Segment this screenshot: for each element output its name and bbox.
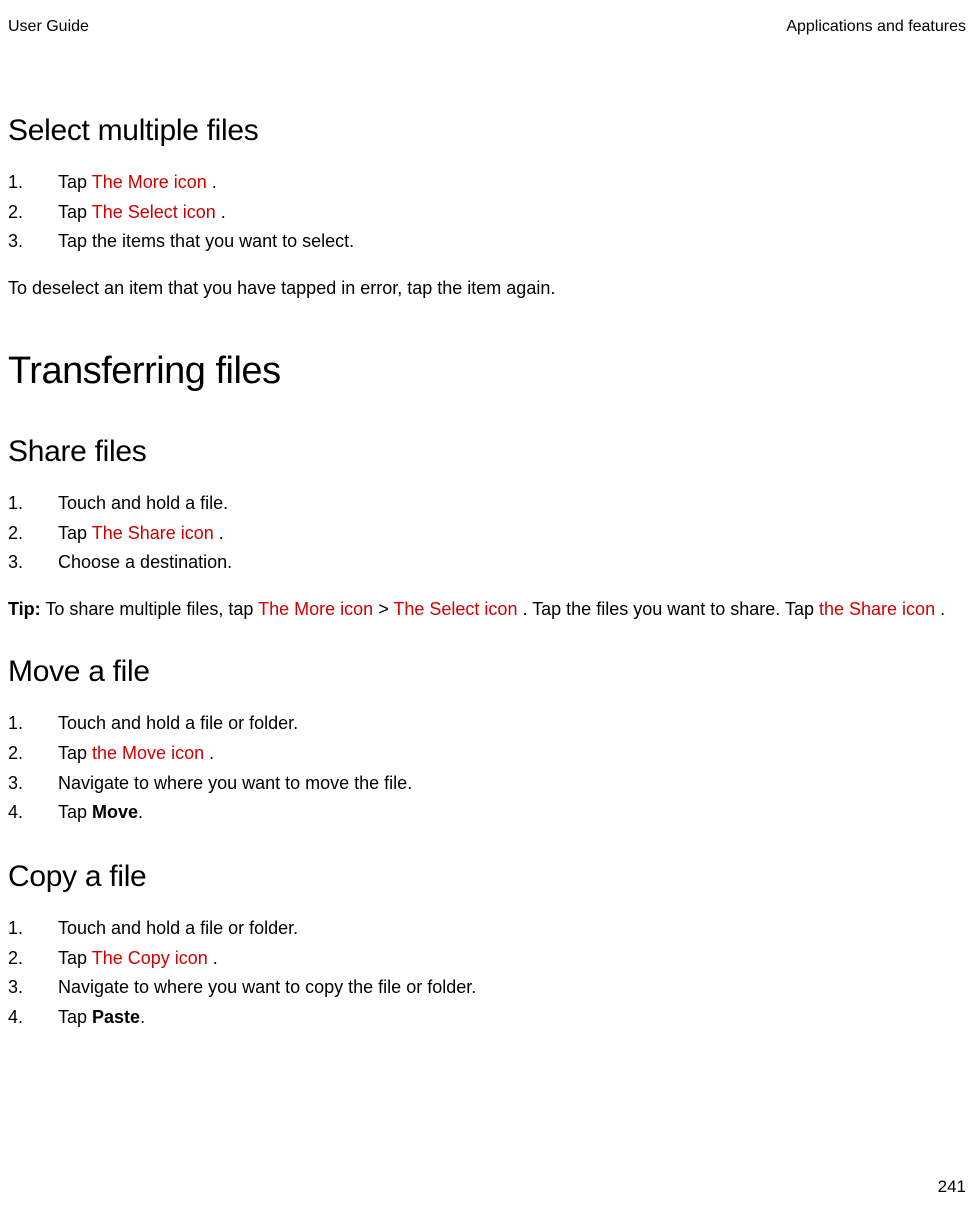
note-deselect: To deselect an item that you have tapped…	[8, 275, 966, 302]
list-item: Tap Paste.	[8, 1003, 966, 1033]
section-select-multiple-files: Select multiple files Tap The More icon …	[8, 114, 966, 302]
share-icon: The Share icon	[92, 523, 214, 543]
list-item: Tap The Copy icon .	[8, 944, 966, 974]
list-item: Navigate to where you want to copy the f…	[8, 973, 966, 1003]
copy-icon: The Copy icon	[92, 948, 208, 968]
heading-move-file: Move a file	[8, 655, 966, 689]
tip-share-multiple: Tip: To share multiple files, tap The Mo…	[8, 596, 966, 623]
steps-share-files: Touch and hold a file. Tap The Share ico…	[8, 489, 966, 578]
heading-select-multiple: Select multiple files	[8, 114, 966, 148]
list-item: Tap The More icon .	[8, 168, 966, 198]
move-icon: the Move icon	[92, 743, 204, 763]
select-icon: The Select icon	[92, 202, 216, 222]
more-icon: The More icon	[258, 599, 373, 619]
section-copy-file: Copy a file Touch and hold a file or fol…	[8, 860, 966, 1033]
more-icon: The More icon	[92, 172, 207, 192]
list-item: Navigate to where you want to move the f…	[8, 769, 966, 799]
list-item: Touch and hold a file or folder.	[8, 709, 966, 739]
section-move-file: Move a file Touch and hold a file or fol…	[8, 655, 966, 828]
list-item: Tap Move.	[8, 798, 966, 828]
list-item: Tap The Select icon .	[8, 198, 966, 228]
steps-copy-file: Touch and hold a file or folder. Tap The…	[8, 914, 966, 1033]
list-item: Touch and hold a file or folder.	[8, 914, 966, 944]
page-header: User Guide Applications and features	[8, 18, 966, 36]
header-right: Applications and features	[786, 18, 966, 36]
steps-select-multiple: Tap The More icon . Tap The Select icon …	[8, 168, 966, 257]
select-icon: The Select icon	[393, 599, 517, 619]
heading-transferring-files: Transferring files	[8, 350, 966, 393]
list-item: Tap the Move icon .	[8, 739, 966, 769]
heading-copy-file: Copy a file	[8, 860, 966, 894]
page-number: 241	[938, 1177, 966, 1197]
steps-move-file: Touch and hold a file or folder. Tap the…	[8, 709, 966, 828]
list-item: Touch and hold a file.	[8, 489, 966, 519]
list-item: Choose a destination.	[8, 548, 966, 578]
list-item: Tap the items that you want to select.	[8, 227, 966, 257]
list-item: Tap The Share icon .	[8, 519, 966, 549]
section-share-files: Share files Touch and hold a file. Tap T…	[8, 435, 966, 623]
header-left: User Guide	[8, 18, 89, 36]
share-icon: the Share icon	[819, 599, 935, 619]
heading-share-files: Share files	[8, 435, 966, 469]
